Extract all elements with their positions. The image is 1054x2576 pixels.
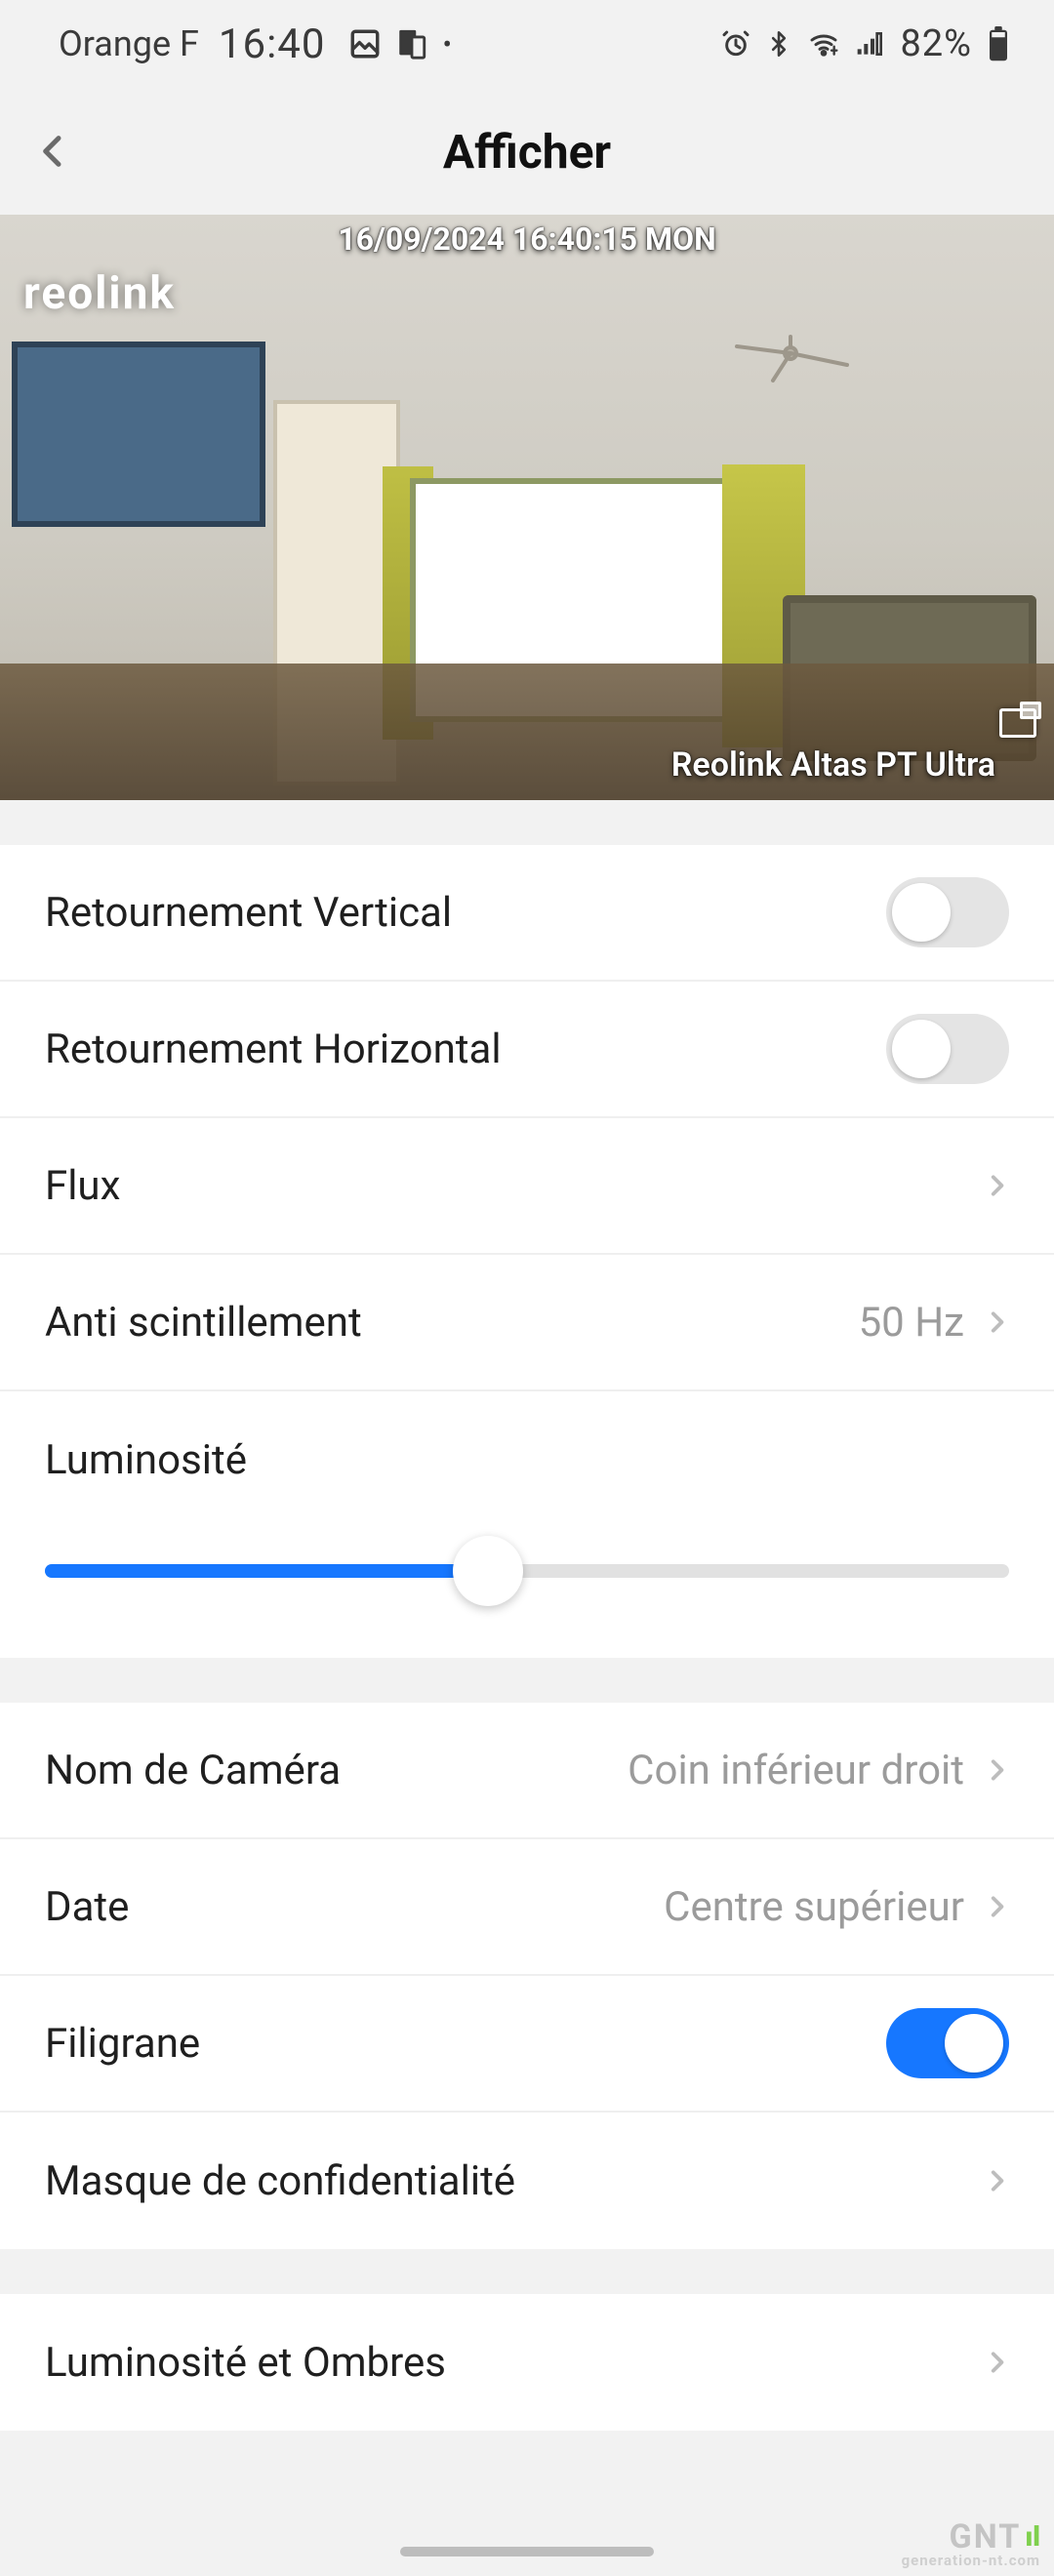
devices-icon xyxy=(395,27,428,60)
bluetooth-icon xyxy=(765,28,792,60)
settings-group-advanced: Luminosité et Ombres xyxy=(0,2294,1054,2431)
watermark-sub: generation-nt.com xyxy=(902,2554,1040,2568)
row-antiflicker[interactable]: Anti scintillement 50 Hz xyxy=(0,1255,1054,1391)
gesture-bar xyxy=(400,2547,654,2556)
watermark-brand: GNT xyxy=(950,2517,1022,2556)
settings-group-display: Retournement Vertical Retournement Horiz… xyxy=(0,845,1054,1658)
carrier-label: Orange F xyxy=(59,23,199,64)
slider-fill xyxy=(45,1564,488,1578)
chevron-right-icon xyxy=(984,1303,1009,1342)
preview-camera-name: Reolink Altas PT Ultra xyxy=(671,745,995,785)
ceiling-fan-icon xyxy=(722,332,859,371)
chevron-right-icon xyxy=(984,2161,1009,2200)
pip-icon[interactable] xyxy=(999,708,1036,738)
row-label: Luminosité xyxy=(45,1436,1009,1484)
row-privacy-mask[interactable]: Masque de confidentialité xyxy=(0,2113,1054,2249)
row-camera-name[interactable]: Nom de Caméra Coin inférieur droit xyxy=(0,1703,1054,1839)
preview-brand-watermark: reolink xyxy=(23,267,176,320)
wifi-icon xyxy=(806,28,841,60)
chevron-right-icon xyxy=(984,2343,1009,2382)
slider-thumb[interactable] xyxy=(453,1536,523,1606)
battery-icon xyxy=(986,26,1011,61)
dot-icon: • xyxy=(442,28,451,60)
signal-icon xyxy=(855,28,886,60)
clock: 16:40 xyxy=(219,20,326,68)
row-label: Masque de confidentialité xyxy=(45,2157,515,2205)
row-stream[interactable]: Flux xyxy=(0,1118,1054,1255)
vertical-flip-toggle[interactable] xyxy=(886,877,1009,947)
chevron-right-icon xyxy=(984,1166,1009,1205)
preview-timestamp: 16/09/2024 16:40:15 MON xyxy=(0,221,1054,258)
chevron-right-icon xyxy=(984,1751,1009,1790)
horizontal-flip-toggle[interactable] xyxy=(886,1014,1009,1084)
row-brightness: Luminosité xyxy=(0,1391,1054,1658)
row-horizontal-flip: Retournement Horizontal xyxy=(0,982,1054,1118)
chevron-right-icon xyxy=(984,1887,1009,1926)
source-watermark: GNTıl generation-nt.com xyxy=(902,2520,1040,2568)
settings-group-overlay: Nom de Caméra Coin inférieur droit Date … xyxy=(0,1703,1054,2249)
row-label: Date xyxy=(45,1883,129,1931)
camera-preview[interactable]: 16/09/2024 16:40:15 MON reolink Reolink … xyxy=(0,215,1054,800)
row-vertical-flip: Retournement Vertical xyxy=(0,845,1054,982)
row-label: Anti scintillement xyxy=(45,1299,362,1347)
row-value: Coin inférieur droit xyxy=(628,1747,964,1794)
row-date[interactable]: Date Centre supérieur xyxy=(0,1839,1054,1976)
header: Afficher xyxy=(0,88,1054,215)
status-bar: Orange F 16:40 • 82% xyxy=(0,0,1054,88)
scene-decoration xyxy=(12,342,265,527)
row-brightness-shadows[interactable]: Luminosité et Ombres xyxy=(0,2294,1054,2431)
watermark-toggle[interactable] xyxy=(886,2008,1009,2078)
chevron-left-icon xyxy=(34,123,73,180)
image-icon xyxy=(348,27,382,60)
row-label: Nom de Caméra xyxy=(45,1747,341,1794)
back-button[interactable] xyxy=(0,88,107,215)
row-label: Filigrane xyxy=(45,2020,200,2068)
row-label: Retournement Horizontal xyxy=(45,1026,502,1073)
battery-text: 82% xyxy=(900,22,972,65)
row-label: Luminosité et Ombres xyxy=(45,2339,446,2387)
row-watermark: Filigrane xyxy=(0,1976,1054,2113)
brightness-slider[interactable] xyxy=(45,1549,1009,1593)
row-label: Retournement Vertical xyxy=(45,889,452,937)
page-title: Afficher xyxy=(0,124,1054,180)
row-value: Centre supérieur xyxy=(664,1883,964,1931)
alarm-icon xyxy=(720,28,751,60)
row-value: 50 Hz xyxy=(859,1299,964,1347)
row-label: Flux xyxy=(45,1162,120,1210)
